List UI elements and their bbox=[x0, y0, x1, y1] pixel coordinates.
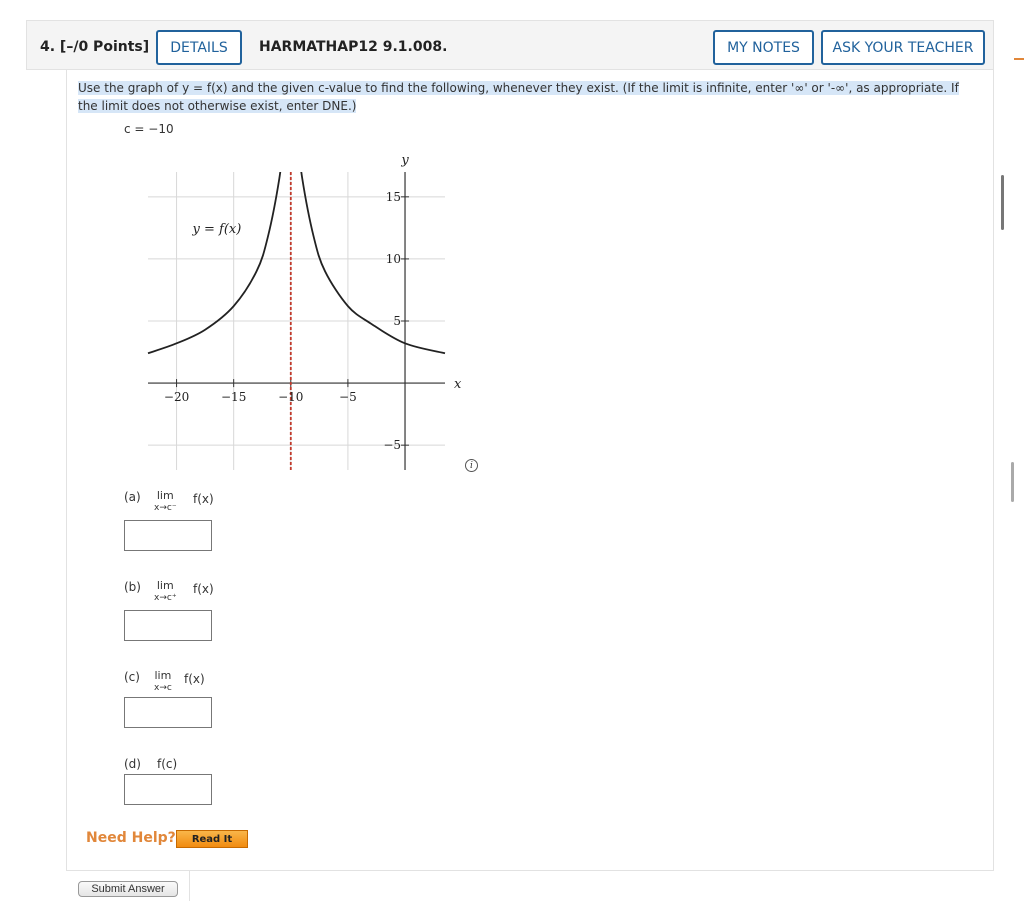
side-accent-mark bbox=[1014, 58, 1024, 60]
footer-divider bbox=[66, 870, 994, 871]
part-b-sub: x→c⁺ bbox=[154, 593, 177, 603]
part-b-fx: f(x) bbox=[193, 582, 214, 596]
scrollbar-thumb-secondary[interactable] bbox=[1011, 462, 1014, 502]
y-tick-label: −5 bbox=[383, 438, 401, 452]
part-c-answer-input[interactable] bbox=[124, 697, 212, 728]
scrollbar-thumb[interactable] bbox=[1001, 175, 1004, 230]
part-c-sub: x→c bbox=[154, 683, 172, 693]
part-a-lim: lim bbox=[156, 489, 174, 502]
part-d-label: (d) bbox=[124, 757, 141, 771]
part-c-lim: lim bbox=[154, 669, 172, 682]
graph-labels: −20 −15 −10 −5 15 10 5 −5 x y y = f(x) bbox=[164, 153, 462, 452]
part-d-answer-input[interactable] bbox=[124, 774, 212, 805]
part-a-answer-input[interactable] bbox=[124, 520, 212, 551]
part-c-fx: f(x) bbox=[184, 672, 205, 686]
instructions-text: Use the graph of y = f(x) and the given … bbox=[78, 81, 959, 113]
instructions: Use the graph of y = f(x) and the given … bbox=[78, 79, 980, 115]
question-code: HARMATHAP12 9.1.008. bbox=[259, 39, 448, 55]
y-tick-label: 10 bbox=[386, 252, 401, 266]
function-graph: −20 −15 −10 −5 15 10 5 −5 x y y = f(x) bbox=[147, 153, 462, 470]
submit-answer-button[interactable]: Submit Answer bbox=[78, 881, 178, 897]
curve-right-branch bbox=[300, 172, 446, 355]
y-axis-label: y bbox=[400, 153, 409, 168]
x-tick-label: −20 bbox=[164, 390, 189, 404]
need-help-label: Need Help? bbox=[86, 830, 176, 846]
y-tick-label: 5 bbox=[393, 314, 401, 328]
part-b-lim: lim bbox=[156, 579, 174, 592]
part-d-fc: f(c) bbox=[157, 757, 178, 771]
y-tick-label: 15 bbox=[386, 190, 401, 204]
info-icon[interactable]: i bbox=[465, 459, 478, 472]
details-button[interactable]: DETAILS bbox=[156, 30, 242, 65]
x-tick-label: −10 bbox=[278, 390, 303, 404]
curve-left-branch bbox=[147, 172, 282, 355]
x-axis-label: x bbox=[454, 377, 462, 392]
part-c-limit: lim x→c bbox=[154, 670, 172, 694]
part-a-sub: x→c⁻ bbox=[154, 503, 177, 513]
my-notes-button[interactable]: MY NOTES bbox=[713, 30, 814, 65]
part-c-label: (c) bbox=[124, 670, 140, 684]
part-a-limit: lim x→c⁻ bbox=[154, 490, 177, 514]
x-tick-label: −15 bbox=[221, 390, 246, 404]
part-a-label: (a) bbox=[124, 490, 141, 504]
ask-teacher-button[interactable]: ASK YOUR TEACHER bbox=[821, 30, 985, 65]
read-it-button[interactable]: Read It bbox=[176, 830, 248, 848]
part-a-fx: f(x) bbox=[193, 492, 214, 506]
question-number: 4. [–/0 Points] bbox=[40, 39, 150, 55]
x-tick-label: −5 bbox=[339, 390, 357, 404]
c-value: c = −10 bbox=[124, 122, 174, 136]
part-b-label: (b) bbox=[124, 580, 141, 594]
curve-label: y = f(x) bbox=[192, 222, 242, 237]
part-b-answer-input[interactable] bbox=[124, 610, 212, 641]
part-b-limit: lim x→c⁺ bbox=[154, 580, 177, 604]
